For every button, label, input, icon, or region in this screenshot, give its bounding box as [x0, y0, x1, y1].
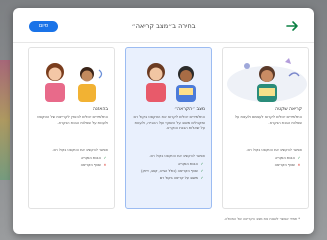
background-decoration — [0, 60, 10, 180]
check-icon: ✓ — [103, 156, 107, 160]
silent-reading-illustration — [223, 48, 308, 104]
feature-row: ✓ משוב על קריאה בקול רם — [159, 176, 204, 180]
feature-row: ✓ הבנת הנקרא — [275, 156, 301, 160]
feature-row: ✕ שטף הקריאה — [80, 163, 107, 167]
listening-illustration — [29, 48, 114, 104]
feature-row: ✓ הבנת הנקרא — [178, 162, 204, 166]
cross-icon: ✕ — [297, 163, 301, 167]
reading-mode-dialog: סיום בחירה ב״מצב קריאה״ קריאה שקטה התלמי… — [13, 8, 314, 234]
check-icon: ✓ — [297, 156, 301, 160]
cross-icon: ✕ — [103, 163, 107, 167]
mode-card-silent-reading[interactable]: קריאה שקטה התלמידים יכולים לקרוא לעצמם ו… — [222, 47, 309, 209]
check-icon: ✓ — [200, 176, 204, 180]
read-aloud-illustration — [126, 48, 211, 104]
card-description: התלמידים יכולים לקרוא את הטקסט בקול רם ו… — [133, 115, 205, 131]
card-title: קריאה שקטה — [275, 107, 302, 112]
check-icon: ✓ — [200, 162, 204, 166]
card-note: אפשר להקשיב את הטקסט בקול רם. — [246, 148, 302, 152]
card-title: מצב ״הקראה״ — [174, 107, 205, 112]
card-description: התלמידים יכולים לקרוא לעצמם ולענות על שא… — [234, 115, 302, 125]
mode-card-read-aloud[interactable]: מצב ״הקראה״ התלמידים יכולים לקרוא את הטק… — [125, 47, 212, 209]
card-note: אפשר להקשיב את הטקסט בקול רם. — [149, 154, 205, 158]
card-note: אפשר להקשיב את הטקסט בקול רם. — [52, 148, 108, 152]
card-description: התלמידים יכולים להאזין לקריינות של הטקסט… — [37, 115, 108, 125]
check-icon: ✓ — [200, 169, 204, 173]
dialog-title: בחירה ב״מצב קריאה״ — [131, 22, 196, 30]
header-divider — [13, 42, 314, 43]
arrow-right-icon[interactable] — [284, 18, 300, 34]
feature-row: ✕ שטף הקריאה — [274, 163, 301, 167]
mode-card-listening[interactable]: בהאזנה התלמידים יכולים להאזין לקריינות ש… — [28, 47, 115, 209]
card-title: בהאזנה — [92, 107, 108, 112]
feature-row: ✓ שטף הקריאה (כולל הגייה, קצב, דיוק) — [141, 169, 204, 173]
footer-note: * תמיד אפשר לשנות את מצב הקריאה של המטלה… — [223, 217, 300, 221]
feature-row: ✓ הבנת הנקרא — [81, 156, 107, 160]
